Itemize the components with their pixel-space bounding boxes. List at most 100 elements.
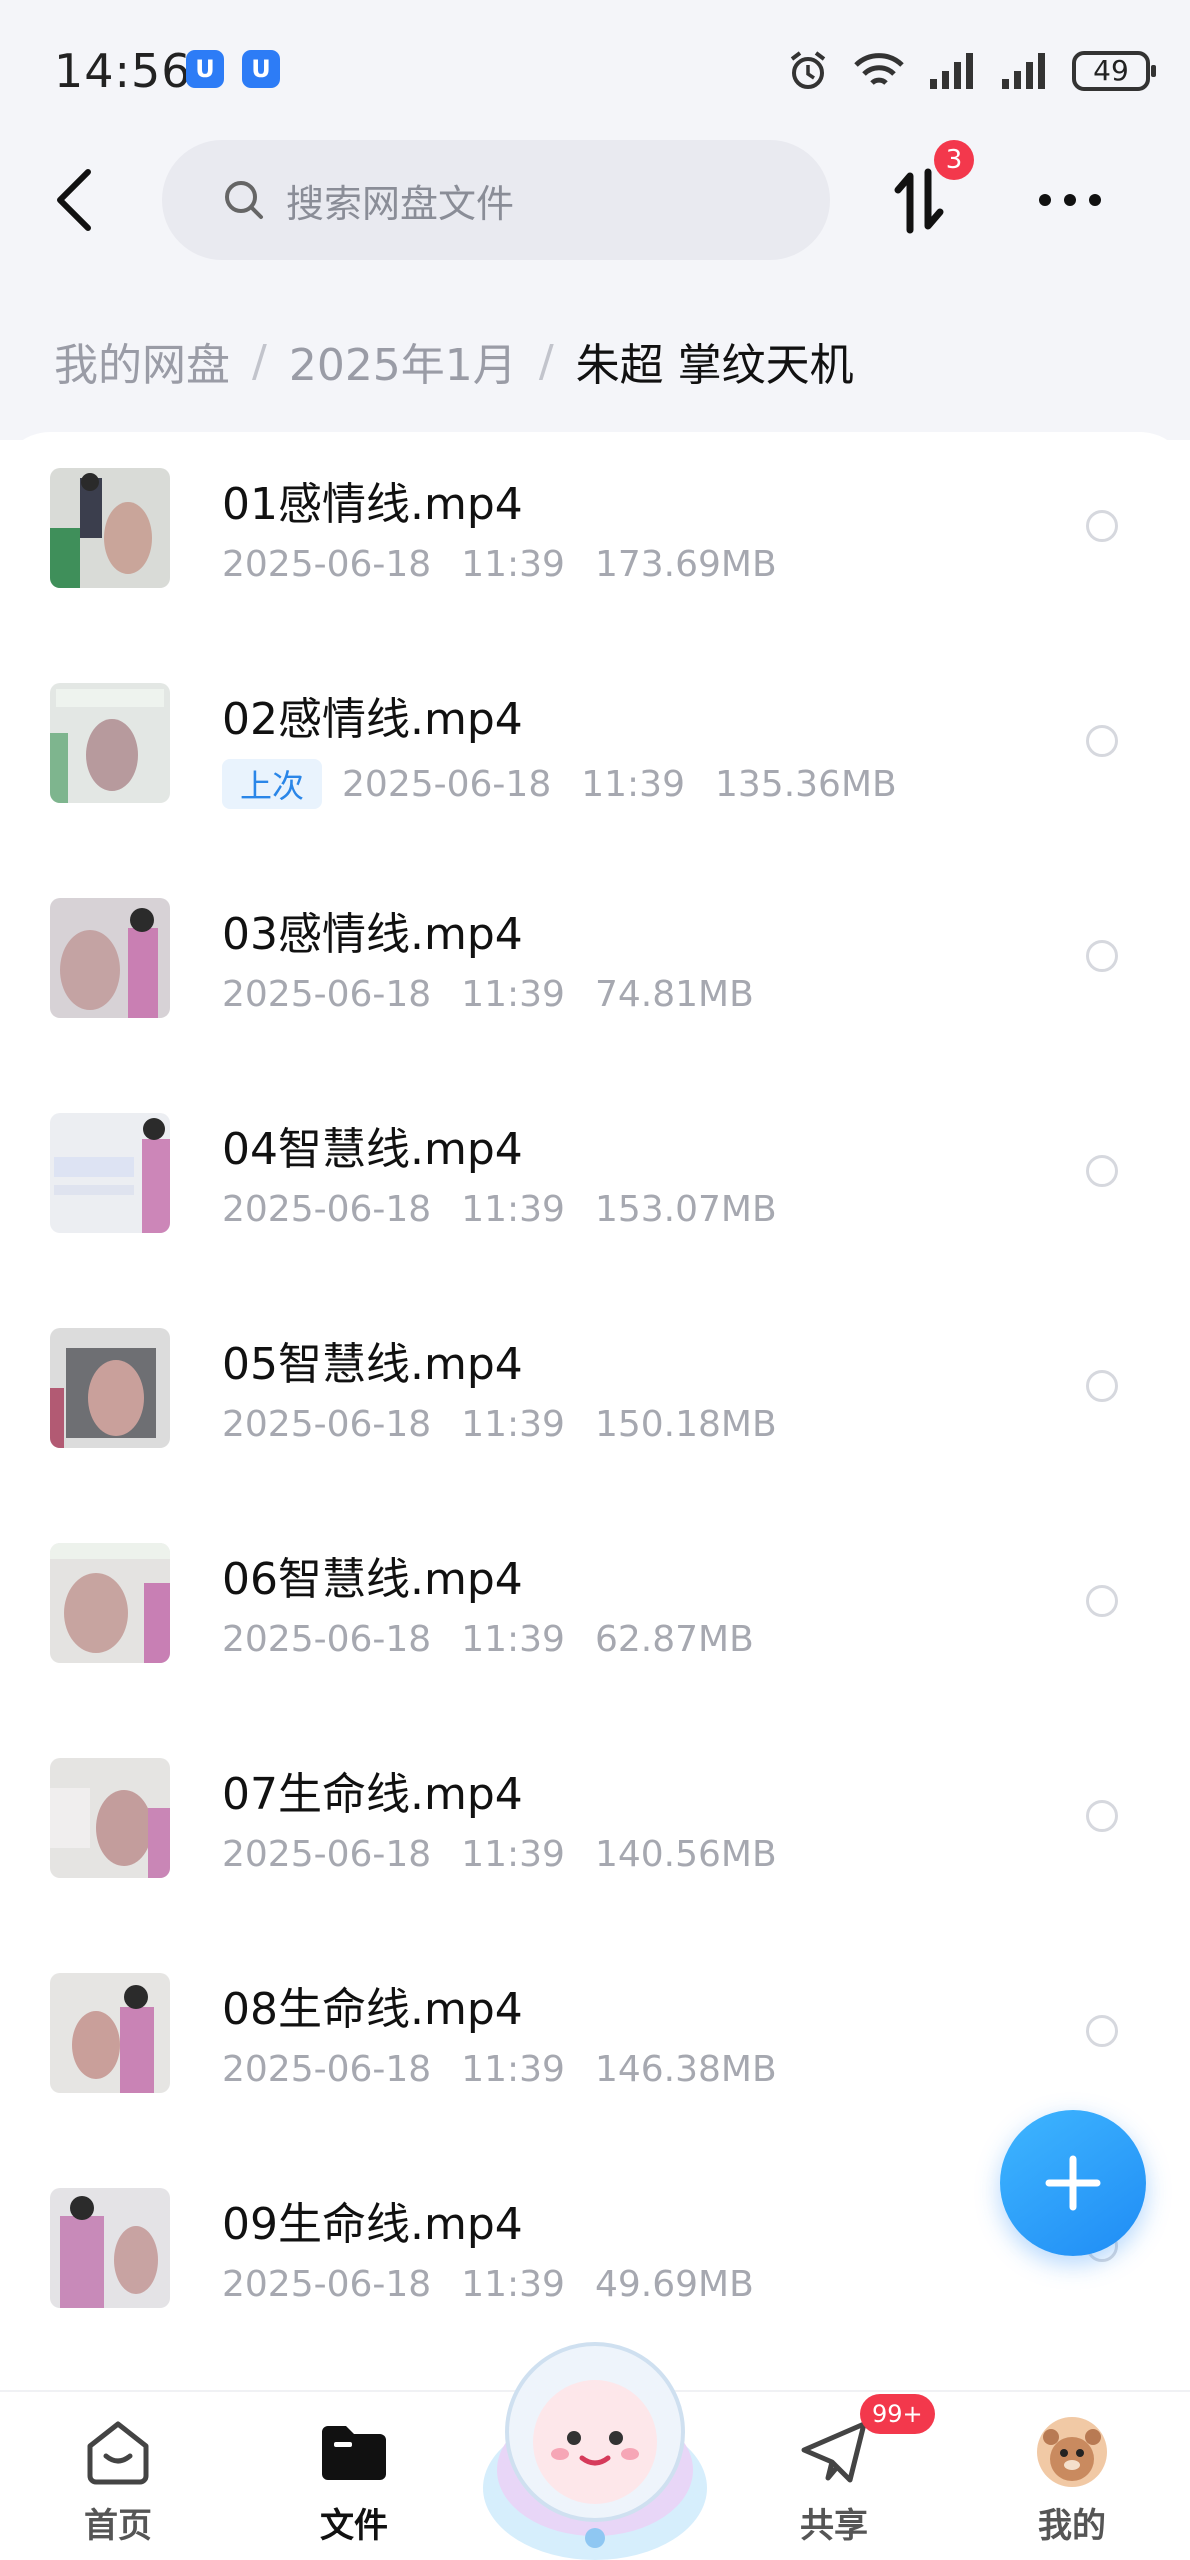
search-icon [225,181,263,219]
file-size: 173.69MB [594,544,777,585]
file-list: 01感情线.mp4 2025-06-18 11:39 173.69MB 02感情… [0,432,1190,2367]
select-radio[interactable] [1086,1370,1118,1402]
file-meta: 2025-06-18 11:39 49.69MB [222,2264,754,2305]
file-date: 2025-06-18 [342,763,552,805]
nav-share-label: 共享 [800,2506,868,2546]
file-size: 153.07MB [594,1189,777,1230]
breadcrumb-separator: / [252,335,267,387]
select-radio[interactable] [1086,1800,1118,1832]
file-name: 08生命线.mp4 [222,1984,523,2035]
select-radio[interactable] [1086,1585,1118,1617]
file-size: 150.18MB [594,1404,777,1445]
more-options-button[interactable] [1030,170,1110,230]
file-size: 49.69MB [594,2264,754,2305]
file-meta: 上次 2025-06-18 11:39 135.36MB [222,759,897,809]
file-time: 11:39 [581,763,685,805]
video-thumbnail [50,1113,170,1233]
assistant-mascot-button[interactable] [478,2320,712,2560]
file-meta: 2025-06-18 11:39 173.69MB [222,544,777,585]
nav-me[interactable]: 我的 [1002,2412,1142,2547]
home-icon [87,2421,149,2485]
share-count-badge: 99+ [860,2394,935,2434]
nav-home[interactable]: 首页 [48,2412,188,2547]
select-radio[interactable] [1086,2015,1118,2047]
file-size: 74.81MB [594,974,754,1015]
file-meta: 2025-06-18 11:39 74.81MB [222,974,754,1015]
video-thumbnail [50,898,170,1018]
file-name: 07生命线.mp4 [222,1769,523,1820]
video-thumbnail [50,1973,170,2093]
file-time: 11:39 [461,974,565,1015]
file-date: 2025-06-18 [222,1404,432,1445]
file-row[interactable]: 04智慧线.mp4 2025-06-18 11:39 153.07MB [0,1077,1190,1292]
file-row[interactable]: 06智慧线.mp4 2025-06-18 11:39 62.87MB [0,1507,1190,1722]
wifi-icon [854,53,904,85]
last-played-tag: 上次 [222,759,323,809]
select-radio[interactable] [1086,1155,1118,1187]
file-row[interactable]: 05智慧线.mp4 2025-06-18 11:39 150.18MB [0,1292,1190,1507]
status-time: 14:56 [54,44,192,98]
file-date: 2025-06-18 [222,1189,432,1230]
back-button[interactable] [44,164,104,236]
file-meta: 2025-06-18 11:39 62.87MB [222,1619,754,1660]
breadcrumb-separator: / [538,335,554,387]
file-size: 140.56MB [594,1834,777,1875]
file-meta: 2025-06-18 11:39 146.38MB [222,2049,777,2090]
breadcrumb-root[interactable]: 我的网盘 [54,329,230,393]
file-name: 01感情线.mp4 [222,479,523,530]
robot-mascot-icon [483,2342,707,2560]
file-name: 06智慧线.mp4 [222,1554,523,1605]
search-placeholder: 搜索网盘文件 [286,181,515,226]
file-size: 62.87MB [594,1619,754,1660]
video-thumbnail [50,1543,170,1663]
breadcrumb-folder[interactable]: 2025年1月 [289,329,517,393]
video-thumbnail [50,2188,170,2308]
file-name: 05智慧线.mp4 [222,1339,523,1390]
video-thumbnail [50,683,170,803]
file-meta: 2025-06-18 11:39 153.07MB [222,1189,777,1230]
file-time: 11:39 [461,1619,565,1660]
file-row[interactable]: 01感情线.mp4 2025-06-18 11:39 173.69MB [0,432,1190,647]
video-thumbnail [50,468,170,588]
file-time: 11:39 [461,1404,565,1445]
file-date: 2025-06-18 [222,2049,432,2090]
notification-app-icon: U [186,50,224,88]
file-date: 2025-06-18 [222,1619,432,1660]
nav-home-label: 首页 [84,2506,152,2546]
select-radio[interactable] [1086,510,1118,542]
select-radio[interactable] [1086,725,1118,757]
video-thumbnail [50,1758,170,1878]
notification-app-icon: U [242,50,280,88]
plus-icon [1045,2155,1101,2211]
nav-files[interactable]: 文件 [284,2412,424,2547]
signal-icon [930,53,973,89]
file-row[interactable]: 02感情线.mp4 上次 2025-06-18 11:39 135.36MB [0,647,1190,862]
folder-icon [322,2426,386,2480]
breadcrumb: 我的网盘 / 2025年1月 / 朱超 掌纹天机 [54,326,854,396]
chevron-left-icon [57,169,91,231]
file-name: 03感情线.mp4 [222,909,523,960]
nav-files-label: 文件 [320,2506,388,2546]
file-name: 04智慧线.mp4 [222,1124,523,1175]
file-time: 11:39 [461,2049,565,2090]
file-meta: 2025-06-18 11:39 150.18MB [222,1404,777,1445]
select-radio[interactable] [1086,940,1118,972]
nav-me-label: 我的 [1038,2506,1106,2546]
file-date: 2025-06-18 [222,544,432,585]
breadcrumb-current: 朱超 掌纹天机 [575,340,854,391]
file-size: 135.36MB [714,763,897,805]
signal-icon [1002,53,1045,89]
file-time: 11:39 [461,1834,565,1875]
status-bar: 14:56 U U 49 [0,0,1190,140]
search-input[interactable]: 搜索网盘文件 [162,140,830,260]
file-date: 2025-06-18 [222,1834,432,1875]
avatar [1037,2417,1107,2487]
file-row[interactable]: 03感情线.mp4 2025-06-18 11:39 74.81MB [0,862,1190,1077]
add-button[interactable] [1000,2110,1146,2256]
file-time: 11:39 [461,1189,565,1230]
transfer-count-badge: 3 [934,140,974,180]
file-time: 11:39 [461,544,565,585]
file-row[interactable]: 08生命线.mp4 2025-06-18 11:39 146.38MB [0,1937,1190,2152]
file-date: 2025-06-18 [222,2264,432,2305]
file-row[interactable]: 07生命线.mp4 2025-06-18 11:39 140.56MB [0,1722,1190,1937]
